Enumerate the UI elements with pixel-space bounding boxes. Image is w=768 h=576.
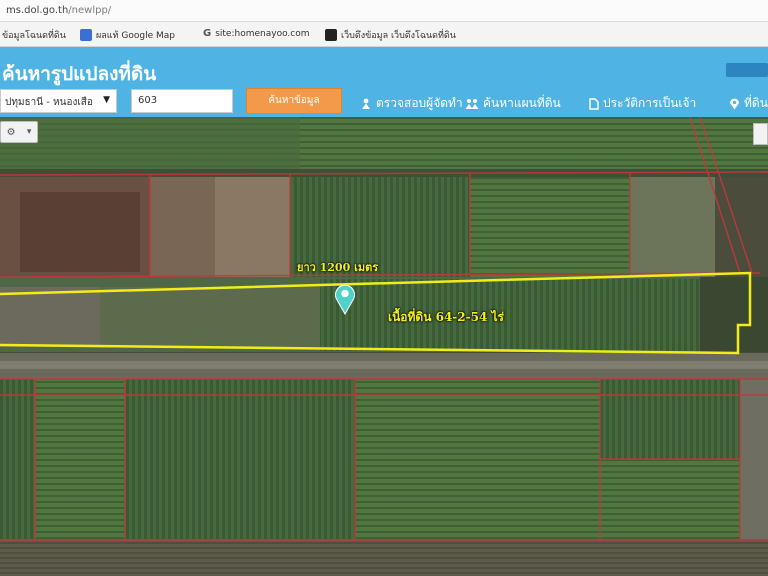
page-title: ค้นหารูปแปลงที่ดิน — [2, 63, 157, 85]
document-icon — [589, 97, 599, 110]
bookmark-item[interactable]: ข้อมูลโฉนดที่ดิน — [2, 28, 66, 42]
nav-item-label: ตรวจสอบผู้จัดทำ — [376, 96, 463, 110]
google-icon: G — [203, 28, 212, 39]
nav-item-label: ประวัติการเป็นเจ้า — [603, 96, 697, 110]
browser-address-bar[interactable]: ms.dol.go.th/newlpp/ — [0, 0, 768, 22]
search-button[interactable]: ค้นหาข้อมูล — [246, 88, 342, 114]
bookmark-item[interactable]: ผลแท้ Google Map — [80, 28, 175, 42]
bookmarks-bar: ข้อมูลโฉนดที่ดิน ผลแท้ Google Map G site… — [0, 22, 768, 47]
bookmark-label: ข้อมูลโฉนดที่ดิน — [2, 31, 66, 41]
area-label: เนื้อที่ดิน 64-2-54 ไร่ — [388, 310, 504, 324]
site-icon — [325, 29, 337, 41]
parcel-number-input[interactable]: 603 — [131, 89, 233, 113]
chevron-down-icon[interactable]: ▾ — [27, 127, 32, 137]
chevron-down-icon: ▼ — [103, 95, 110, 105]
bookmark-label: site:homenayoo.com — [215, 28, 310, 39]
bookmark-label: ผลแท้ Google Map — [96, 31, 175, 41]
nav-item-label: ค้นหาแผนที่ดิน — [483, 96, 561, 110]
nav-item-history[interactable]: ประวัติการเป็นเจ้า — [589, 94, 696, 113]
nav-item-label: ที่ดินรัฐ — [744, 96, 768, 110]
bookmark-item[interactable]: เว็บดึงข้อมูล เว็บดึงโฉนดที่ดิน — [325, 28, 456, 42]
bookmark-item[interactable]: G site:homenayoo.com — [203, 28, 310, 39]
satellite-imagery — [0, 117, 768, 576]
map-controls[interactable]: ⚙ ▾ — [0, 121, 38, 143]
people-icon — [465, 98, 479, 109]
bookmark-icon — [80, 29, 92, 41]
gear-icon[interactable]: ⚙ — [7, 127, 16, 138]
province-select[interactable]: ปทุมธานี - หนองเสือ ▼ — [0, 89, 117, 113]
bookmark-label: เว็บดึงข้อมูล เว็บดึงโฉนดที่ดิน — [341, 31, 456, 41]
url-host: ms.dol.go.th — [6, 5, 69, 16]
map-pin-icon[interactable] — [334, 283, 356, 315]
url-path: /newlpp/ — [68, 5, 112, 16]
location-icon — [730, 98, 739, 109]
province-select-value: ปทุมธานี - หนองเสือ — [5, 97, 93, 108]
map-side-control[interactable] — [753, 123, 768, 145]
satellite-map[interactable]: ⚙ ▾ ยาว 1200 เมตร เนื้อที่ดิน 64-2-54 ไร… — [0, 117, 768, 576]
menu-button[interactable] — [726, 63, 768, 77]
frontage-label: ยาว 1200 เมตร — [297, 261, 379, 274]
nav-item-verify[interactable]: ตรวจสอบผู้จัดทำ — [360, 94, 463, 113]
nav-item-search-map[interactable]: ค้นหาแผนที่ดิน — [465, 94, 561, 113]
person-icon — [362, 98, 370, 109]
app-header: ค้นหารูปแปลงที่ดิน ปทุมธานี - หนองเสือ ▼… — [0, 47, 768, 117]
nav-item-state-land[interactable]: ที่ดินรัฐ — [729, 94, 768, 113]
